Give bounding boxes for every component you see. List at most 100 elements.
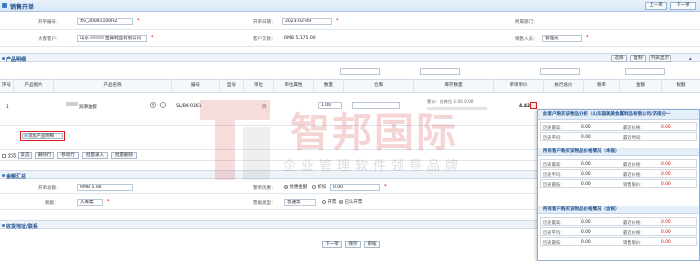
popup-value: 0.00: [661, 125, 671, 130]
batch-input-button[interactable]: 批量录入: [82, 152, 108, 159]
prev-order-button[interactable]: 上一单: [645, 2, 667, 10]
batch-delete-button[interactable]: 批量删除: [111, 152, 137, 159]
warehouse-select[interactable]: [352, 102, 400, 109]
popup-value: 0.00: [581, 240, 591, 245]
list-view-button[interactable]: 列表显示: [649, 55, 671, 62]
customer-input[interactable]: 山东 金属制品有限公司: [77, 35, 147, 42]
col-unit-price: 单项单价: [494, 79, 544, 93]
product-code: SL/BK-0361: [176, 104, 202, 109]
select-button[interactable]: 选择: [611, 55, 627, 62]
date-label: 开单日期：: [253, 20, 276, 25]
popup-value: 0.00: [661, 182, 671, 187]
required-mark: *: [137, 18, 140, 24]
popup-value: 0.00: [581, 230, 591, 235]
popup-label: 历史最高：: [543, 163, 565, 168]
discount-amount-option[interactable]: 优惠金额: [284, 184, 307, 190]
collapse-icon[interactable]: ▴: [689, 56, 692, 62]
required-mark: *: [151, 35, 154, 41]
discount-rate-option[interactable]: 折扣: [312, 184, 326, 190]
summary-section-title: 金额汇总: [6, 174, 27, 180]
sales-input[interactable]: 管理员: [542, 35, 582, 42]
order-no-input[interactable]: XS_20081100HZ: [77, 18, 133, 25]
invoice-option-1[interactable]: 开票: [322, 199, 336, 205]
save-button[interactable]: 保存: [345, 241, 361, 248]
stock-filter-input[interactable]: [420, 68, 460, 75]
audit-button[interactable]: 审核: [364, 241, 380, 248]
window-title: 销售开单: [10, 4, 35, 11]
discount-rate-label: 折扣: [317, 185, 327, 190]
invoice-select[interactable]: 普通票: [284, 199, 316, 206]
popup-value: 0.00: [581, 182, 591, 187]
popup-row: 历史平均： 0.00 最近时间：: [540, 132, 697, 141]
product-unit: 只: [262, 105, 267, 110]
popup-row: 历史平均： 0.00 最近价格： 0.00: [540, 169, 697, 178]
total-value: RMB 5.00: [77, 184, 133, 191]
products-section-title: 产品明细: [6, 57, 27, 63]
popup-label: 最近价格：: [623, 221, 645, 226]
add-product-label: 添加产品明细: [28, 134, 54, 139]
popup-block3-title: 所有客户购买该物品价格情况（含税）: [538, 206, 699, 214]
col-image: 产品图片: [14, 79, 54, 93]
amount-filter-input[interactable]: [625, 68, 665, 75]
discount-input[interactable]: 0.00: [330, 184, 380, 191]
col-qty: 数量: [314, 79, 344, 93]
popup-label: 历史平均：: [543, 231, 565, 236]
stock-text: 累计：仓库位 1.00 0.00: [427, 99, 474, 104]
section-bullet-icon: [2, 174, 5, 177]
col-amount: 金额: [620, 79, 662, 93]
price-history-icon[interactable]: [530, 102, 537, 109]
unit-price-value[interactable]: 4.42: [519, 104, 530, 109]
products-section-header[interactable]: 产品明细 选择 复制 列表显示 ▴: [0, 53, 700, 63]
date-input[interactable]: 2023-02-09: [282, 18, 332, 25]
address-section-title: 收货地址/联系: [6, 224, 38, 230]
popup-row: 历史最高： 0.00 最近价格： 0.00: [540, 159, 697, 168]
popup-label: 历史平均：: [543, 136, 565, 141]
redacted-block: [66, 102, 78, 106]
delete-row-button[interactable]: 删除行: [35, 152, 54, 159]
popup-label: 最近价格：: [623, 126, 645, 131]
popup-label: 历史平均：: [543, 173, 565, 178]
next-order-button[interactable]: 下一单: [670, 2, 696, 10]
app-icon: [2, 3, 7, 8]
invert-button[interactable]: 反选: [18, 152, 32, 159]
invoice-option-2-label: 已认开票: [344, 200, 363, 205]
customer-name-part1: 山东: [80, 36, 89, 41]
search-icon[interactable]: [160, 102, 166, 108]
discount-amount-radio[interactable]: [284, 184, 288, 189]
popup-label: 历史最高：: [543, 221, 565, 226]
popup-row: 历史最高： 0.00 最近价格： 0.00: [540, 122, 697, 131]
redacted-block: [90, 36, 104, 39]
section-bullet-icon: [2, 57, 5, 60]
popup-row: 历史最高： 0.00 最近价格： 0.00: [540, 217, 697, 226]
invoice-option-2[interactable]: 已认开票: [339, 199, 362, 205]
copy-button[interactable]: 复制: [630, 55, 646, 62]
popup-value: 0.00: [581, 125, 591, 130]
col-model: 型号: [220, 79, 244, 93]
header-row-1: 开单编号： XS_20081100HZ * 开单日期： 2023-02-09 *…: [0, 13, 700, 30]
popup-label: 历史最高：: [543, 126, 565, 131]
select-all-control[interactable]: 全选: [2, 153, 16, 159]
popup-value: 0.00: [581, 162, 591, 167]
price-filter-input[interactable]: [540, 68, 580, 75]
qty-input[interactable]: 1.00: [318, 102, 342, 109]
required-mark: *: [107, 199, 110, 205]
invoice-radio-1[interactable]: [322, 199, 326, 204]
popup-label: 最近价格：: [623, 231, 645, 236]
popup-value: 0.00: [661, 162, 671, 167]
discount-amount-label: 优惠金额: [289, 185, 308, 190]
warehouse-filter-input[interactable]: [340, 68, 380, 75]
move-row-button[interactable]: 移动行: [57, 152, 79, 159]
invoice-radio-2[interactable]: [339, 199, 343, 204]
popup-row: 历史平均： 0.00 最近价格： 0.00: [540, 227, 697, 236]
select-all-checkbox[interactable]: [2, 153, 6, 158]
clear-icon[interactable]: ×: [150, 102, 156, 108]
discount-label: 整单优惠：: [253, 186, 276, 191]
tax-select[interactable]: 入库类: [77, 199, 103, 206]
product-name[interactable]: 润滑油套: [79, 104, 97, 110]
discount-rate-radio[interactable]: [312, 184, 316, 189]
popup-value: 0.00: [661, 172, 671, 177]
section-bullet-icon: [2, 224, 5, 227]
add-product-button[interactable]: ⊕ 添加产品明细: [22, 133, 63, 139]
bottom-next-button[interactable]: 下一单: [322, 241, 342, 248]
required-mark: *: [586, 35, 589, 41]
